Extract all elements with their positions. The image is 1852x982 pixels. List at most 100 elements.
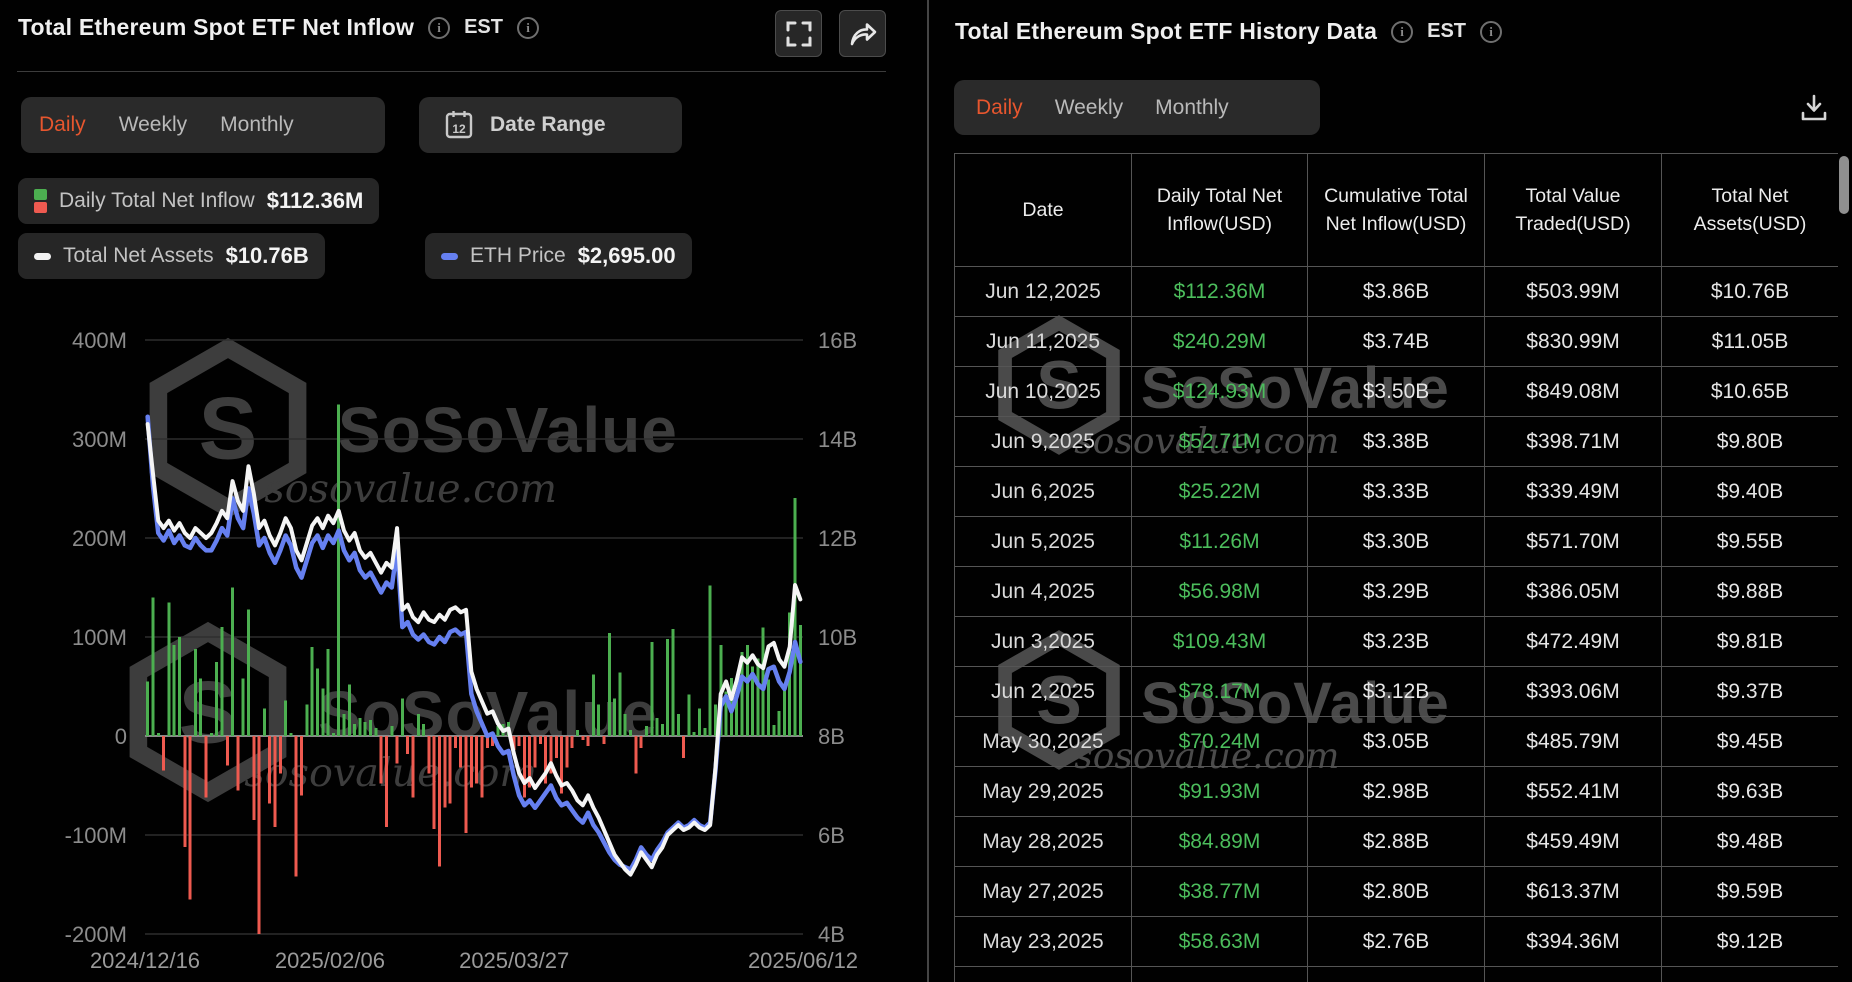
share-button[interactable] — [839, 10, 886, 57]
inflow-bar — [210, 733, 213, 736]
info-icon[interactable]: i — [1480, 21, 1502, 43]
outflow-bar — [427, 736, 430, 774]
table-cell — [1485, 967, 1662, 982]
right-axis-tick-label: 16B — [818, 328, 857, 353]
legend-value: $10.76B — [226, 243, 309, 269]
calendar-icon: 12 — [445, 110, 473, 140]
legend-total-net-assets[interactable]: Total Net Assets $10.76B — [18, 233, 325, 279]
table-cell: $3.86B — [1308, 267, 1485, 317]
inflow-bar — [390, 726, 393, 736]
inflow-bar — [305, 704, 308, 736]
left-axis-tick-label: 200M — [72, 526, 127, 551]
watermark-domain-text: sosovalue.com — [264, 466, 557, 512]
table-cell: May 27,2025 — [955, 867, 1132, 917]
legend-daily-net-inflow[interactable]: Daily Total Net Inflow $112.36M — [18, 178, 379, 224]
table-cell: Jun 10,2025 — [955, 367, 1132, 417]
table-cell: $58.63M — [1132, 917, 1308, 967]
inflow-bar — [772, 725, 775, 736]
table-cell: Jun 4,2025 — [955, 567, 1132, 617]
outflow-bar — [581, 736, 584, 740]
table-cell: Jun 9,2025 — [955, 417, 1132, 467]
tab-weekly[interactable]: Weekly — [119, 113, 187, 137]
inflow-bar — [687, 694, 690, 736]
header-divider — [17, 71, 886, 72]
watermark-brand-text: SoSoValue — [338, 394, 678, 466]
info-icon[interactable]: i — [428, 17, 450, 39]
tab-daily[interactable]: Daily — [39, 113, 86, 137]
outflow-bar — [438, 736, 441, 867]
table-header-cell: Cumulative Total Net Inflow(USD) — [1308, 154, 1485, 267]
table-row: May 29,2025$91.93M$2.98B$552.41M$9.63B — [955, 767, 1838, 817]
table-cell: $3.33B — [1308, 467, 1485, 517]
table-cell: $56.98M — [1132, 567, 1308, 617]
inflow-bar — [613, 698, 616, 736]
outflow-bar — [396, 736, 399, 764]
date-range-label: Date Range — [490, 113, 606, 137]
table-row: Jun 11,2025$240.29M$3.74B$830.99M$11.05B — [955, 317, 1838, 367]
left-axis-tick-label: 400M — [72, 328, 127, 353]
table-cell: $3.74B — [1308, 317, 1485, 367]
outflow-bar — [634, 736, 637, 774]
outflow-bar — [518, 736, 521, 746]
right-axis-tick-label: 6B — [818, 823, 845, 848]
table-cell: $9.81B — [1662, 617, 1838, 667]
inflow-bar — [703, 728, 706, 736]
left-axis-tick-label: 300M — [72, 427, 127, 452]
tab-monthly[interactable]: Monthly — [220, 113, 294, 137]
table-cell: $11.05B — [1662, 317, 1838, 367]
table-body: Jun 12,2025$112.36M$3.86B$503.99M$10.76B… — [955, 267, 1838, 982]
left-axis-tick-label: 100M — [72, 625, 127, 650]
outflow-bar — [539, 736, 542, 744]
inflow-bar — [698, 708, 701, 736]
legend-label: Daily Total Net Inflow — [59, 189, 255, 213]
inflow-bar — [401, 698, 404, 736]
info-icon[interactable]: i — [517, 17, 539, 39]
table-cell — [1132, 967, 1308, 982]
inflow-bar — [194, 649, 197, 736]
timezone-label: EST — [464, 16, 503, 39]
svg-text:12: 12 — [452, 122, 466, 136]
outflow-bar — [295, 736, 298, 877]
blue-line-swatch-icon — [441, 253, 458, 260]
inflow-bar — [342, 714, 345, 736]
table-cell: $9.45B — [1662, 717, 1838, 767]
table-scrollbar-thumb[interactable] — [1839, 156, 1849, 214]
table-cell: $10.76B — [1662, 267, 1838, 317]
outflow-bar — [162, 736, 165, 771]
inflow-bar — [146, 682, 149, 736]
table-cell: $91.93M — [1132, 767, 1308, 817]
date-range-button[interactable]: 12 Date Range — [419, 97, 682, 153]
outflow-bar — [226, 736, 229, 766]
table-cell: $10.65B — [1662, 367, 1838, 417]
inflow-bar — [693, 732, 696, 736]
table-cell: $11.26M — [1132, 517, 1308, 567]
inflow-bar — [173, 645, 176, 736]
table-row-partial — [955, 967, 1838, 982]
table-cell — [1662, 967, 1838, 982]
share-icon — [849, 21, 877, 47]
outflow-bar — [640, 736, 643, 748]
table-row: Jun 10,2025$124.93M$3.50B$849.08M$10.65B — [955, 367, 1838, 417]
table-cell: Jun 6,2025 — [955, 467, 1132, 517]
inflow-bar — [358, 718, 361, 736]
inflow-bar — [597, 704, 600, 736]
legend-eth-price[interactable]: ETH Price $2,695.00 — [425, 233, 692, 279]
table-cell: $9.55B — [1662, 517, 1838, 567]
outflow-bar — [571, 736, 574, 748]
table-row: Jun 4,2025$56.98M$3.29B$386.05M$9.88B — [955, 567, 1838, 617]
left-axis-tick-label: -200M — [65, 922, 127, 947]
legend-value: $2,695.00 — [578, 243, 676, 269]
x-axis-tick-label: 2025/03/27 — [459, 948, 569, 973]
table-row: Jun 5,2025$11.26M$3.30B$571.70M$9.55B — [955, 517, 1838, 567]
fullscreen-button[interactable] — [775, 10, 822, 57]
table-cell: $485.79M — [1485, 717, 1662, 767]
net-inflow-chart-panel: SSoSoValuesosovalue.comSSoSoValuesosoval… — [0, 0, 926, 982]
outflow-bar — [523, 736, 526, 797]
inflow-bar — [645, 726, 648, 736]
fullscreen-icon — [786, 21, 812, 47]
info-icon[interactable]: i — [1391, 21, 1413, 43]
table-row: Jun 12,2025$112.36M$3.86B$503.99M$10.76B — [955, 267, 1838, 317]
table-cell: $339.49M — [1485, 467, 1662, 517]
table-cell: $9.80B — [1662, 417, 1838, 467]
table-cell: $9.37B — [1662, 667, 1838, 717]
